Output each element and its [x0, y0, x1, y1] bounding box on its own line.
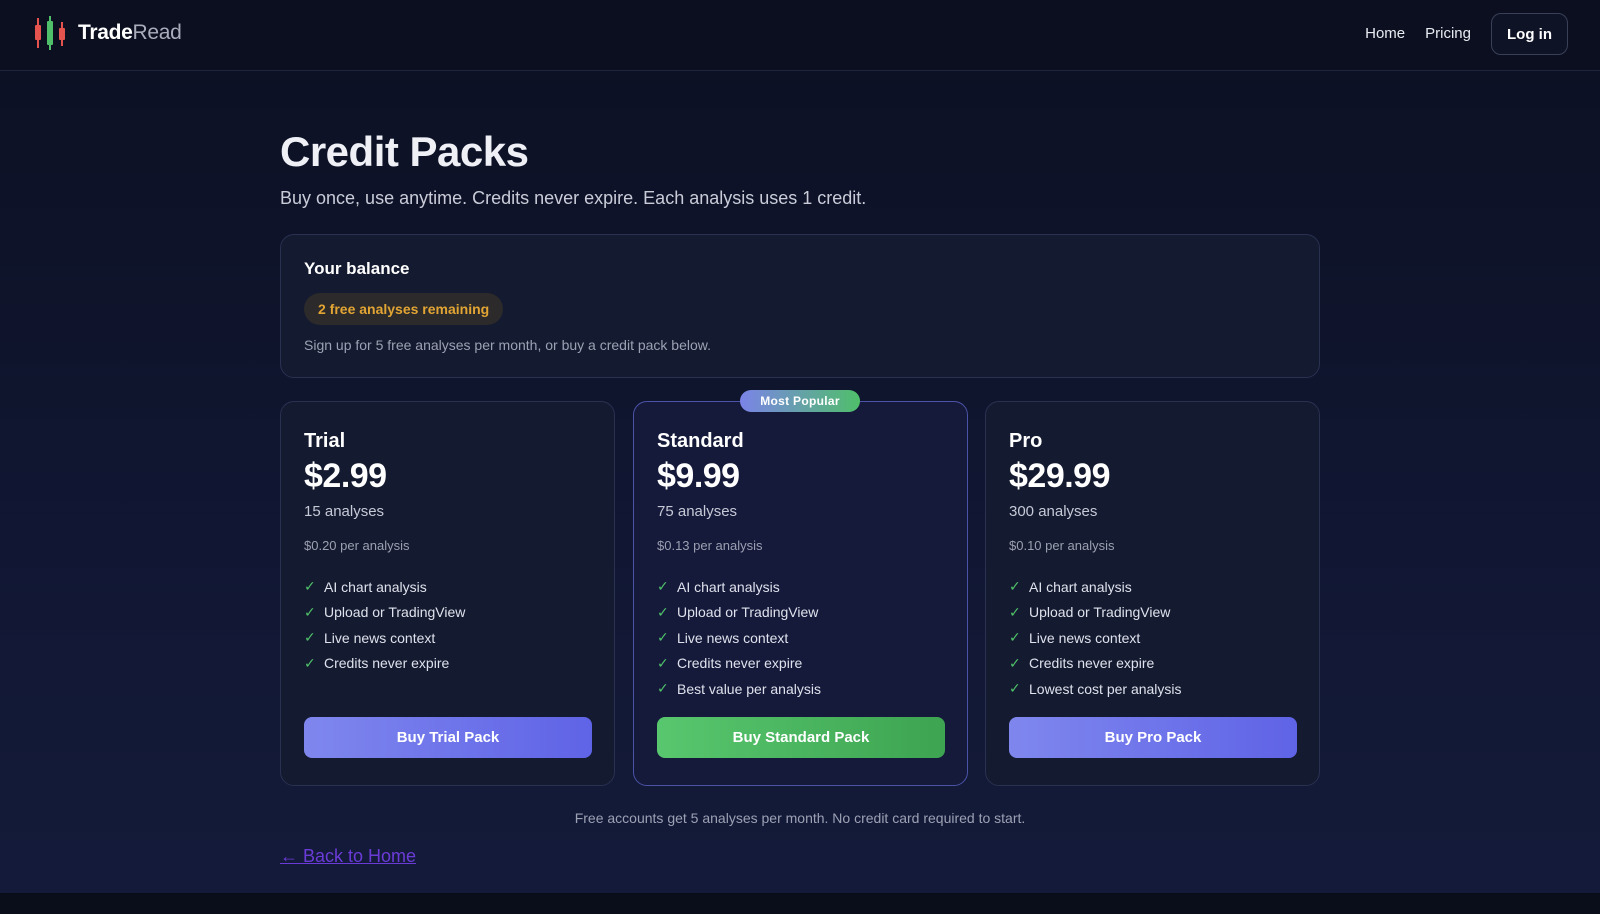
pack-card-trial: Trial $2.99 15 analyses $0.20 per analys…: [280, 401, 615, 786]
checkmark-icon: ✓: [657, 603, 669, 620]
feature-item: ✓ AI chart analysis: [304, 574, 465, 600]
buy-pro-pack-button[interactable]: Buy Pro Pack: [1009, 717, 1297, 758]
brand-name-part1: Trade: [78, 21, 133, 44]
pack-name: Pro: [1009, 430, 1043, 452]
brand-name-part2: Read: [132, 21, 182, 44]
pack-price: $9.99: [657, 457, 740, 495]
feature-item: ✓ Best value per analysis: [657, 676, 821, 702]
feature-label: AI chart analysis: [1029, 578, 1132, 595]
login-button[interactable]: Log in: [1491, 13, 1568, 55]
balance-note: Sign up for 5 free analyses per month, o…: [304, 337, 712, 353]
candlestick-icon: [33, 16, 67, 50]
feature-item: ✓ Lowest cost per analysis: [1009, 676, 1182, 702]
pack-analyses-count: 15 analyses: [304, 503, 385, 520]
balance-title: Your balance: [304, 259, 410, 278]
feature-item: ✓ Credits never expire: [304, 651, 465, 677]
feature-item: ✓ Live news context: [657, 625, 821, 651]
pack-analyses-count: 300 analyses: [1009, 503, 1098, 520]
pack-card-standard: Most Popular Standard $9.99 75 analyses …: [633, 390, 968, 786]
feature-item: ✓ Live news context: [304, 625, 465, 651]
feature-label: Upload or TradingView: [677, 604, 819, 621]
checkmark-icon: ✓: [304, 629, 316, 646]
top-navbar: TradeRead Home Pricing Log in: [0, 0, 1600, 71]
feature-label: Best value per analysis: [677, 680, 821, 697]
feature-label: Live news context: [324, 629, 436, 646]
bottom-bar: [0, 893, 1600, 914]
feature-label: Credits never expire: [324, 655, 450, 672]
feature-label: Live news context: [1029, 629, 1141, 646]
feature-item: ✓ Upload or TradingView: [304, 600, 465, 626]
most-popular-badge: Most Popular: [740, 390, 860, 412]
checkmark-icon: ✓: [1009, 654, 1021, 671]
feature-item: ✓ Live news context: [1009, 625, 1182, 651]
checkmark-icon: ✓: [304, 603, 316, 620]
free-analyses-badge: 2 free analyses remaining: [304, 293, 504, 325]
checkmark-icon: ✓: [657, 578, 669, 595]
page-title: Credit Packs: [280, 128, 529, 175]
checkmark-icon: ✓: [304, 654, 316, 671]
page-subtitle: Buy once, use anytime. Credits never exp…: [280, 188, 867, 208]
feature-item: ✓ Upload or TradingView: [1009, 600, 1182, 626]
pack-analyses-count: 75 analyses: [657, 503, 738, 520]
checkmark-icon: ✓: [1009, 680, 1021, 697]
pack-price-per-analysis: $0.10 per analysis: [1009, 538, 1115, 553]
feature-label: Upload or TradingView: [324, 604, 466, 621]
brand-name: TradeRead: [78, 21, 182, 45]
feature-list: ✓ AI chart analysis ✓ Upload or TradingVie…: [657, 574, 821, 702]
balance-card: Your balance 2 free analyses remaining S…: [280, 234, 1320, 378]
feature-label: AI chart analysis: [324, 578, 427, 595]
brand-logo[interactable]: TradeRead: [33, 16, 182, 50]
feature-item: ✓ Credits never expire: [1009, 651, 1182, 677]
feature-item: ✓ AI chart analysis: [1009, 574, 1182, 600]
feature-label: Lowest cost per analysis: [1029, 680, 1182, 697]
nav-home-link[interactable]: Home: [1365, 13, 1405, 55]
feature-label: Credits never expire: [1029, 655, 1155, 672]
checkmark-icon: ✓: [657, 654, 669, 671]
feature-item: ✓ Upload or TradingView: [657, 600, 821, 626]
buy-standard-pack-button[interactable]: Buy Standard Pack: [657, 717, 945, 758]
pack-name: Standard: [657, 430, 744, 452]
pack-name: Trial: [304, 430, 346, 452]
feature-label: Credits never expire: [677, 655, 803, 672]
pack-price-per-analysis: $0.20 per analysis: [304, 538, 410, 553]
checkmark-icon: ✓: [657, 629, 669, 646]
checkmark-icon: ✓: [304, 578, 316, 595]
feature-item: ✓ Credits never expire: [657, 651, 821, 677]
pack-price: $29.99: [1009, 457, 1111, 495]
pack-price-per-analysis: $0.13 per analysis: [657, 538, 763, 553]
main-nav: Home Pricing Log in: [1365, 13, 1568, 55]
feature-label: Upload or TradingView: [1029, 604, 1171, 621]
checkmark-icon: ✓: [657, 680, 669, 697]
feature-label: Live news context: [677, 629, 789, 646]
checkmark-icon: ✓: [1009, 603, 1021, 620]
checkmark-icon: ✓: [1009, 629, 1021, 646]
pack-price: $2.99: [304, 457, 387, 495]
feature-list: ✓ AI chart analysis ✓ Upload or TradingVie…: [1009, 574, 1182, 702]
footnote: Free accounts get 5 analyses per month. …: [574, 810, 1026, 826]
pack-card-pro: Pro $29.99 300 analyses $0.10 per analys…: [985, 401, 1320, 786]
back-to-home-link[interactable]: ← Back to Home: [280, 846, 416, 867]
buy-trial-pack-button[interactable]: Buy Trial Pack: [304, 717, 592, 758]
checkmark-icon: ✓: [1009, 578, 1021, 595]
feature-label: AI chart analysis: [677, 578, 780, 595]
feature-list: ✓ AI chart analysis ✓ Upload or TradingVie…: [304, 574, 465, 676]
nav-pricing-link[interactable]: Pricing: [1425, 13, 1471, 55]
feature-item: ✓ AI chart analysis: [657, 574, 821, 600]
